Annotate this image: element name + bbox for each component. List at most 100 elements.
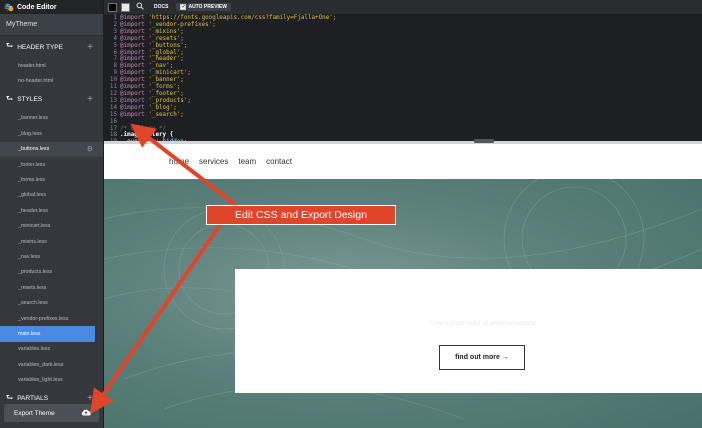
code-keyword: @import bbox=[120, 111, 145, 118]
file-item[interactable]: _banner.less bbox=[0, 111, 103, 126]
file-item[interactable]: variables_light.less bbox=[0, 372, 103, 387]
file-item[interactable]: variables_dark.less bbox=[0, 357, 103, 372]
file-item[interactable]: _global.less bbox=[0, 188, 103, 203]
file-item[interactable]: _footer.less bbox=[0, 157, 103, 172]
light-theme-swatch[interactable] bbox=[121, 2, 130, 12]
auto-preview-checkbox[interactable]: ✓ bbox=[180, 4, 187, 10]
line-number: 14 bbox=[109, 104, 117, 111]
file-item[interactable]: header.html bbox=[0, 58, 103, 73]
code-keyword: @import bbox=[120, 28, 145, 35]
code-keyword: @import bbox=[120, 35, 145, 42]
code-string: '_footer'; bbox=[144, 90, 184, 97]
code-line[interactable]: 11 @import '_forms'; bbox=[104, 84, 702, 91]
code-line[interactable]: 4 @import '_resets'; bbox=[104, 36, 702, 43]
file-item[interactable]: _vendor-prefixes.less bbox=[0, 311, 103, 326]
code-line[interactable]: 13 @import '_products'; bbox=[104, 98, 702, 105]
code-line[interactable]: 14 @import '_blog'; bbox=[104, 105, 702, 112]
line-number: 10 bbox=[109, 77, 117, 84]
editor-toolbar: DOCS ✓ AUTO PREVIEW bbox=[104, 0, 702, 14]
line-number: 15 bbox=[109, 111, 117, 118]
code-line[interactable]: 9 @import '_minicart'; bbox=[104, 70, 702, 77]
folder-icon: ⮑ bbox=[6, 41, 14, 50]
code-line[interactable]: 12 @import '_footer'; bbox=[104, 91, 702, 98]
file-item[interactable]: _buttons.less ⚙ bbox=[0, 141, 103, 157]
section-styles[interactable]: ⮑ STYLES + bbox=[0, 89, 103, 111]
find-out-more-button[interactable]: find out more → bbox=[439, 345, 525, 370]
section-label: HEADER TYPE bbox=[17, 43, 63, 51]
code-line[interactable]: 3 @import '_mixins'; bbox=[104, 29, 702, 36]
code-line[interactable]: 16 bbox=[104, 119, 702, 126]
code-keyword: @import bbox=[120, 21, 145, 28]
section-header-type[interactable]: ⮑ HEADER TYPE + bbox=[0, 36, 103, 58]
auto-preview-label: AUTO PREVIEW bbox=[188, 4, 227, 10]
annotation-callout: Edit CSS and Export Design bbox=[206, 205, 396, 225]
line-number: 18 bbox=[109, 132, 117, 139]
code-line[interactable]: 10 @import '_banner'; bbox=[104, 77, 702, 84]
hero-card-text: Lorem ipsum dolor sit amet consectetur bbox=[430, 321, 537, 327]
nav-link-services[interactable]: services bbox=[199, 157, 228, 166]
code-line[interactable]: 18 .imageGallery { bbox=[104, 132, 702, 139]
code-string: '_buttons'; bbox=[144, 42, 188, 49]
file-item[interactable]: main.less bbox=[0, 326, 95, 342]
code-keyword: @import bbox=[120, 104, 145, 111]
code-string: '_vendor-prefixes'; bbox=[144, 21, 216, 28]
code-line[interactable]: 7 @import '_header'; bbox=[104, 56, 702, 63]
file-item[interactable]: _mixins.less bbox=[0, 234, 103, 249]
file-item[interactable]: variables.less bbox=[0, 342, 103, 357]
file-item[interactable]: _search.less bbox=[0, 295, 103, 310]
code-line[interactable]: 17/* Gallery */ bbox=[104, 126, 702, 133]
code-line[interactable]: 5 @import '_buttons'; bbox=[104, 43, 702, 50]
app-title: Code Editor bbox=[16, 3, 57, 11]
add-file-icon[interactable]: + bbox=[87, 94, 93, 105]
hero-banner: Lorem ipsum dolor sit amet consectetur f… bbox=[104, 179, 702, 428]
code-line[interactable]: 8 @import '_nav'; bbox=[104, 63, 702, 70]
nav-link-home[interactable]: home bbox=[169, 157, 189, 166]
gear-icon[interactable]: ⚙ bbox=[87, 145, 93, 153]
file-item[interactable]: _nav.less bbox=[0, 249, 103, 264]
dark-theme-swatch[interactable] bbox=[108, 2, 117, 12]
add-file-icon[interactable]: + bbox=[87, 393, 93, 404]
file-item[interactable]: _minicart.less bbox=[0, 219, 103, 234]
add-file-icon[interactable]: + bbox=[87, 42, 93, 53]
code-string: '_search'; bbox=[144, 111, 184, 118]
search-icon[interactable] bbox=[134, 2, 146, 12]
line-number: 9 bbox=[113, 70, 117, 77]
line-number: 16 bbox=[109, 118, 117, 125]
code-keyword: @import bbox=[120, 84, 145, 91]
resize-handle[interactable] bbox=[474, 139, 494, 143]
export-theme-button[interactable]: Export Theme bbox=[4, 404, 99, 422]
auto-preview-toggle[interactable]: ✓ AUTO PREVIEW bbox=[176, 3, 231, 11]
file-item[interactable]: _products.less bbox=[0, 265, 103, 280]
line-number: 5 bbox=[113, 42, 117, 49]
code-editor[interactable]: 1 @import 'https://fonts.googleapis.com/c… bbox=[104, 14, 702, 141]
code-editor-logo-icon: 🎭 bbox=[4, 2, 14, 12]
file-item[interactable]: _blog.less bbox=[0, 126, 103, 141]
code-keyword: @import bbox=[120, 77, 145, 84]
code-string: '_banner'; bbox=[144, 77, 184, 84]
file-item[interactable]: _forms.less bbox=[0, 172, 103, 187]
code-keyword: @import bbox=[120, 70, 145, 77]
code-string: '_nav'; bbox=[144, 63, 174, 70]
code-line[interactable]: 1 @import 'https://fonts.googleapis.com/c… bbox=[104, 15, 702, 22]
code-keyword: @import bbox=[120, 42, 145, 49]
code-string: 'https://fonts.googleapis.com/css?family… bbox=[144, 15, 337, 21]
file-item[interactable]: _header.less bbox=[0, 203, 103, 218]
export-label: Export Theme bbox=[14, 409, 55, 417]
nav-link-team[interactable]: team bbox=[238, 157, 256, 166]
nav-link-contact[interactable]: contact bbox=[266, 157, 292, 166]
line-number: 1 bbox=[113, 15, 117, 21]
docs-button[interactable]: DOCS bbox=[150, 3, 172, 11]
code-string: '_forms'; bbox=[144, 84, 181, 91]
code-line[interactable]: 6 @import '_global'; bbox=[104, 50, 702, 57]
code-keyword: @import bbox=[120, 90, 145, 97]
code-line[interactable]: 2 @import '_vendor-prefixes'; bbox=[104, 22, 702, 29]
code-line[interactable]: 15 @import '_search'; bbox=[104, 112, 702, 119]
file-item[interactable]: no-header.html bbox=[0, 73, 103, 88]
line-number: 13 bbox=[109, 97, 117, 104]
preview-nav: home services team contact bbox=[104, 144, 702, 179]
line-number: 4 bbox=[113, 35, 117, 42]
code-string: '_products'; bbox=[144, 97, 191, 104]
code-string: '_minicart'; bbox=[144, 70, 191, 77]
code-string: '_header'; bbox=[144, 56, 184, 63]
file-item[interactable]: _resets.less bbox=[0, 280, 103, 295]
